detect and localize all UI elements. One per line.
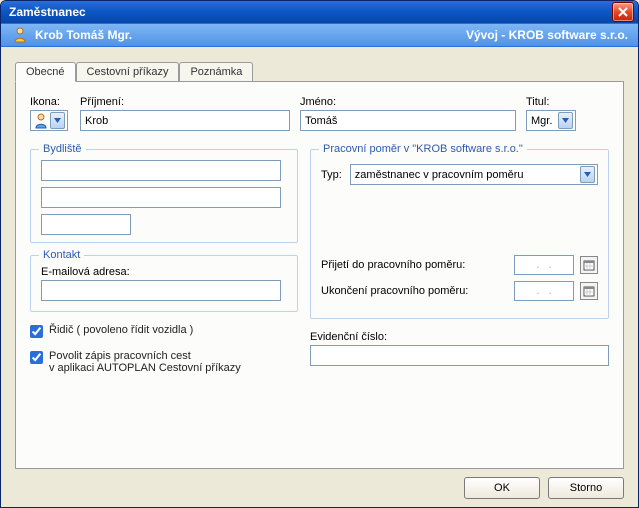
group-work-relation: Pracovní poměr v "KROB software s.r.o." … (310, 149, 609, 319)
address2-input[interactable] (41, 187, 281, 208)
label-surname: Příjmení: (80, 96, 290, 108)
group-residence-title: Bydliště (39, 143, 86, 155)
icon-select[interactable] (30, 110, 68, 131)
allow-trips-label-line1: Povolit zápis pracovních cest (49, 350, 241, 362)
employee-org: Vývoj - KROB software s.r.o. (466, 28, 628, 42)
calendar-icon (583, 285, 595, 297)
calendar-button-start[interactable] (580, 256, 598, 274)
subheader: Krob Tomáš Mgr. Vývoj - KROB software s.… (1, 23, 638, 47)
tab-note[interactable]: Poznámka (179, 62, 253, 81)
group-work-relation-title: Pracovní poměr v "KROB software s.r.o." (319, 143, 527, 155)
chevron-down-icon (558, 112, 573, 129)
dialog-footer: OK Storno (15, 477, 624, 499)
employee-dialog: Zaměstnanec Krob Tomáš Mgr. Vývoj - KROB… (0, 0, 639, 508)
email-input[interactable] (41, 280, 281, 301)
close-button[interactable] (612, 2, 634, 22)
label-firstname: Jméno: (300, 96, 516, 108)
group-contact-title: Kontakt (39, 249, 84, 261)
surname-input[interactable] (80, 110, 290, 131)
label-email: E-mailová adresa: (41, 266, 287, 278)
firstname-input[interactable] (300, 110, 516, 131)
chevron-down-icon (50, 112, 65, 129)
label-end-date: Ukončení pracovního poměru: (321, 285, 508, 297)
content-area: Obecné Cestovní příkazy Poznámka Ikona: (1, 47, 638, 507)
window-title: Zaměstnanec (9, 5, 612, 19)
allow-trips-label-line2: v aplikaci AUTOPLAN Cestovní příkazy (49, 362, 241, 374)
tab-general[interactable]: Obecné (15, 62, 76, 82)
cancel-button[interactable]: Storno (548, 477, 624, 499)
driver-label: Řidič ( povoleno řídit vozidla ) (49, 324, 193, 336)
tab-strip: Obecné Cestovní příkazy Poznámka (15, 59, 624, 81)
end-date-input[interactable] (514, 281, 574, 301)
address1-input[interactable] (41, 160, 281, 181)
top-fields: Ikona: Příjmení: (30, 96, 609, 131)
calendar-icon (583, 259, 595, 271)
person-icon (11, 26, 29, 44)
titlebar: Zaměstnanec (1, 1, 638, 23)
ev-number-input[interactable] (310, 345, 609, 366)
label-title: Titul: (526, 96, 576, 108)
allow-trips-checkbox[interactable] (30, 351, 43, 364)
chevron-down-icon (580, 166, 595, 183)
tab-travel-orders[interactable]: Cestovní příkazy (76, 62, 180, 81)
close-icon (618, 7, 628, 17)
driver-checkbox-row: Řidič ( povoleno řídit vozidla ) (30, 324, 298, 338)
address3-input[interactable] (41, 214, 131, 235)
label-ev-number: Evidenční číslo: (310, 331, 609, 343)
person-icon (34, 113, 48, 129)
group-residence: Bydliště (30, 149, 298, 243)
worktype-select[interactable]: zaměstnanec v pracovním poměru (350, 164, 598, 185)
allow-trips-checkbox-row: Povolit zápis pracovních cest v aplikaci… (30, 350, 298, 374)
driver-checkbox[interactable] (30, 325, 43, 338)
employee-name: Krob Tomáš Mgr. (35, 28, 132, 42)
label-worktype: Typ: (321, 169, 342, 181)
ok-button[interactable]: OK (464, 477, 540, 499)
label-icon: Ikona: (30, 96, 70, 108)
start-date-input[interactable] (514, 255, 574, 275)
title-select[interactable]: Mgr. (526, 110, 576, 131)
group-contact: Kontakt E-mailová adresa: (30, 255, 298, 312)
tab-panel-general: Ikona: Příjmení: (15, 81, 624, 469)
label-start-date: Přijetí do pracovního poměru: (321, 259, 508, 271)
calendar-button-end[interactable] (580, 282, 598, 300)
